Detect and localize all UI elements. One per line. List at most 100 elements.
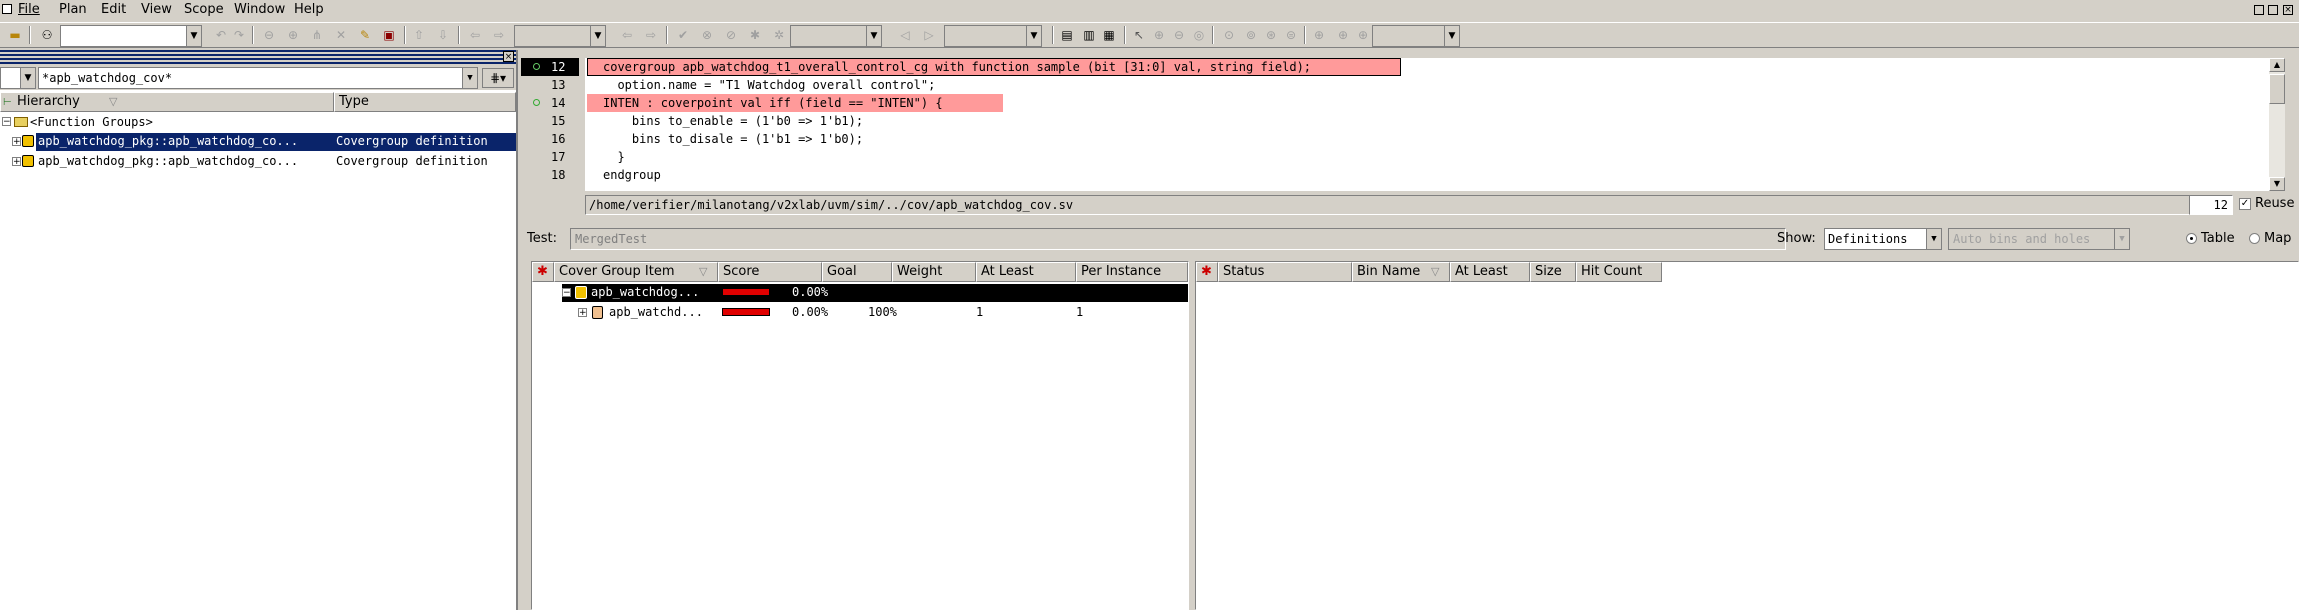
prev-item-icon[interactable]: ◁ [896,26,914,44]
column-status-marker[interactable]: ✱ [532,262,554,282]
chevron-down-icon[interactable]: ▼ [1444,26,1459,46]
edit-icon[interactable]: ✎ [356,26,374,44]
chevron-down-icon[interactable]: ▼ [2114,229,2129,249]
sort-icon[interactable]: ▽ [699,263,707,281]
menu-window[interactable]: Window [234,2,285,17]
hierarchy-filter-combo[interactable]: ▼ [0,67,36,89]
scroll-up-icon[interactable]: ▲ [2269,58,2285,72]
zoom-out-icon[interactable]: ⊖ [1170,26,1188,44]
show-select[interactable]: Definitions ▼ [1824,228,1942,250]
back-icon[interactable]: ⇦ [466,26,484,44]
auto-bins-select[interactable]: Auto bins and holes ▼ [1948,228,2130,250]
next-icon[interactable]: ⇨ [642,26,660,44]
search-forward-icon[interactable]: ⊕ [1310,26,1328,44]
minus-circle-icon[interactable]: ⊖ [260,26,278,44]
column-per-instance[interactable]: Per Instance [1076,262,1188,282]
code-area[interactable]: covergroup apb_watchdog_t1_overall_contr… [587,58,2267,191]
save-icon[interactable]: ▣ [380,26,398,44]
zoom-next-icon[interactable]: ⊜ [1282,26,1300,44]
hierarchy-filter-input[interactable]: *apb_watchdog_cov* ▼ [38,67,478,89]
map-radio[interactable] [2249,233,2260,244]
column-cover-group-item[interactable]: Cover Group Item ▽ [554,262,718,282]
zoom-prev-icon[interactable]: ⊛ [1262,26,1280,44]
table-radio[interactable] [2186,233,2197,244]
zoom-all-icon[interactable]: ⊚ [1242,26,1260,44]
table-row[interactable]: − apb_watchdog... 0.00% [532,284,1188,302]
menu-edit[interactable]: Edit [101,2,126,17]
forward-icon[interactable]: ⇨ [490,26,508,44]
vertical-scrollbar[interactable]: ▲ ▼ [2269,58,2285,191]
column-goal[interactable]: Goal [822,262,892,282]
column-hit-count[interactable]: Hit Count [1576,262,1662,282]
zoom-fit-icon[interactable]: ◎ [1190,26,1208,44]
chevron-down-icon[interactable]: ▼ [590,26,605,46]
window-close-icon[interactable]: × [2283,5,2293,15]
column-status-marker[interactable]: ✱ [1196,262,1218,282]
menu-file[interactable]: File [18,2,40,17]
chevron-down-icon[interactable]: ▼ [1926,229,1941,249]
column-size[interactable]: Size [1530,262,1576,282]
undo-icon[interactable]: ↶ [212,26,230,44]
filter-combo[interactable]: ▼ [790,25,882,47]
layout-2-icon[interactable]: ▥ [1080,26,1098,44]
column-at-least[interactable]: At Least [976,262,1076,282]
table-row[interactable]: + apb_watchd... 0.00% 100% 1 1 [532,304,1188,322]
prev-icon[interactable]: ⇦ [618,26,636,44]
line-number-input[interactable]: 12 [2189,195,2233,215]
window-minimize-icon[interactable] [2254,5,2264,15]
menu-view[interactable]: View [141,2,172,17]
column-weight[interactable]: Weight [892,262,976,282]
arrow-up-icon[interactable]: ⇧ [410,26,428,44]
menu-scope[interactable]: Scope [184,2,224,17]
expand-icon[interactable]: + [12,157,21,167]
redo-icon[interactable]: ↷ [230,26,248,44]
search-options-icon[interactable]: ⊕ [1354,26,1372,44]
mark-icon[interactable]: ✱ [746,26,764,44]
collapse-icon[interactable]: − [562,288,571,298]
exclude-icon[interactable]: ⊗ [698,26,716,44]
navigation-combo[interactable]: ▼ [514,25,606,47]
plus-circle-icon[interactable]: ⊕ [284,26,302,44]
find-combo[interactable]: ▼ [60,25,202,47]
chevron-down-icon[interactable]: ▼ [866,26,881,46]
sort-icon[interactable]: ▽ [1431,263,1439,281]
scroll-thumb[interactable] [2269,74,2285,104]
next-item-icon[interactable]: ▷ [920,26,938,44]
chevron-down-icon[interactable]: ▼ [186,26,201,46]
list-item[interactable]: − <Function Groups> [0,114,516,132]
column-bin-name[interactable]: Bin Name ▽ [1352,262,1450,282]
zoom-area-icon[interactable]: ⊙ [1220,26,1238,44]
delete-icon[interactable]: ✕ [332,26,350,44]
search-back-icon[interactable]: ⊕ [1334,26,1352,44]
table-row[interactable]: + apb_watchdog_pkg::apb_watchdog_co... C… [0,153,516,171]
column-type[interactable]: Type [334,92,516,112]
filter-options-icon[interactable]: ⋕▾ [482,68,514,88]
open-folder-icon[interactable]: ▬ [6,26,24,44]
zoom-in-icon[interactable]: ⊕ [1150,26,1168,44]
sort-icon[interactable]: ▽ [109,93,117,111]
search-combo[interactable]: ▼ [1372,25,1460,47]
column-status[interactable]: Status [1218,262,1352,282]
column-hierarchy[interactable]: Hierarchy ▽ [0,92,334,112]
pointer-icon[interactable]: ↖ [1130,26,1148,44]
layout-3-icon[interactable]: ▦ [1100,26,1118,44]
check-icon[interactable]: ✔ [674,26,692,44]
panel-close-icon[interactable]: × [503,51,514,62]
menu-plan[interactable]: Plan [59,2,87,17]
collapse-icon[interactable]: − [2,117,11,127]
item-combo[interactable]: ▼ [944,25,1042,47]
expand-icon[interactable]: + [12,137,21,147]
hierarchy-icon[interactable]: ⋔ [308,26,326,44]
chevron-down-icon[interactable]: ▼ [462,68,477,88]
table-row[interactable]: + apb_watchdog_pkg::apb_watchdog_co... C… [0,133,516,151]
layout-1-icon[interactable]: ▤ [1058,26,1076,44]
unmark-icon[interactable]: ✲ [770,26,788,44]
column-score[interactable]: Score [718,262,822,282]
include-icon[interactable]: ⊘ [722,26,740,44]
column-at-least[interactable]: At Least [1450,262,1530,282]
scroll-down-icon[interactable]: ▼ [2269,177,2285,191]
window-maximize-icon[interactable] [2268,5,2278,15]
arrow-down-icon[interactable]: ⇩ [434,26,452,44]
menu-help[interactable]: Help [294,2,324,17]
test-input[interactable]: MergedTest [570,228,1786,250]
